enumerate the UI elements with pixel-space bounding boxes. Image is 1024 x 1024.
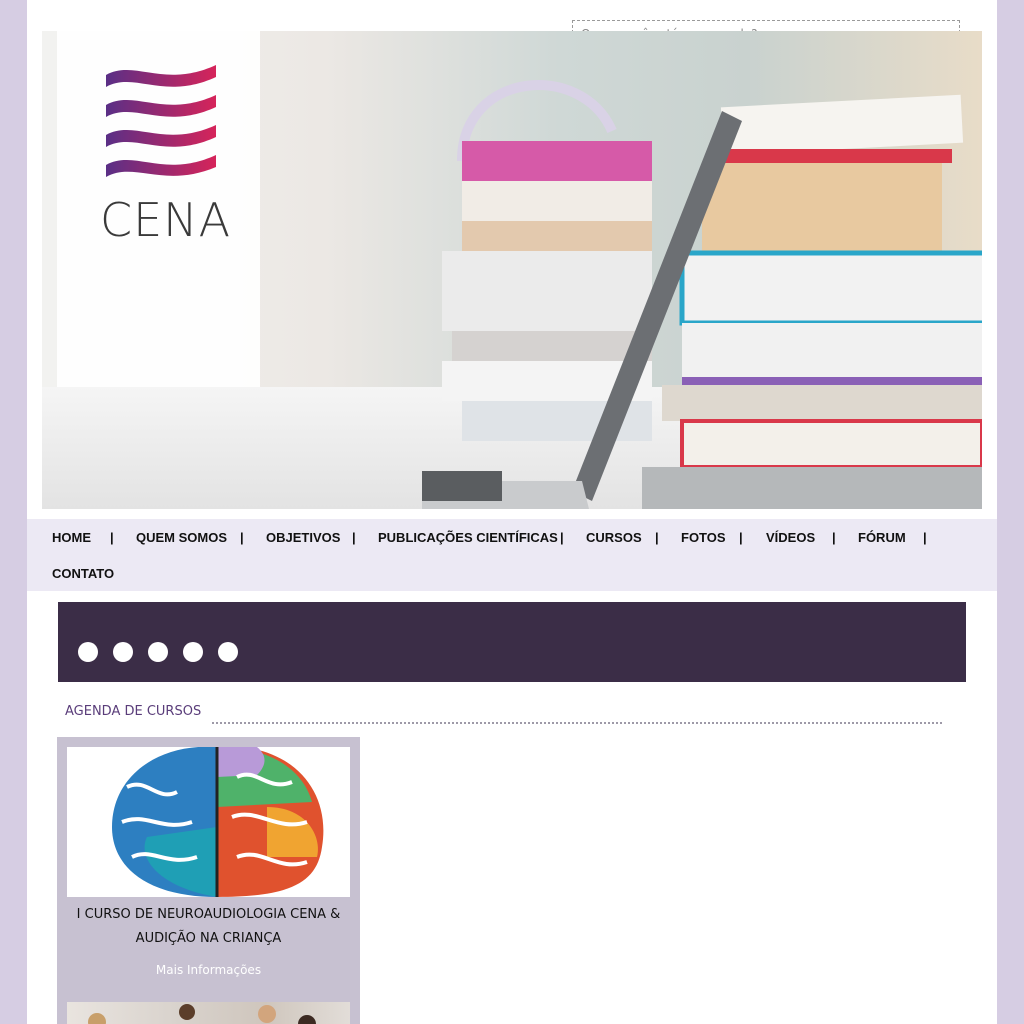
brain-illustration xyxy=(112,747,324,897)
nav-item-quem-somos[interactable]: QUEM SOMOS xyxy=(136,530,227,545)
brand-name: CENA xyxy=(100,193,232,247)
nav-separator: | xyxy=(110,530,114,545)
nav-separator: | xyxy=(832,530,836,545)
nav-separator: | xyxy=(655,530,659,545)
nav-item-fotos[interactable]: FOTOS xyxy=(681,530,726,545)
more-info-link[interactable]: Mais Informações xyxy=(67,963,350,977)
nav-item-forum[interactable]: FÓRUM xyxy=(858,530,906,545)
section-title: AGENDA DE CURSOS xyxy=(65,704,202,719)
course-title: I CURSO DE NEUROAUDIOLOGIA CENA & AUDIÇÃ… xyxy=(67,903,350,951)
slide-dot-5[interactable] xyxy=(218,642,238,662)
nav-separator: | xyxy=(560,530,564,545)
slide-dot-3[interactable] xyxy=(148,642,168,662)
slideshow xyxy=(58,602,966,682)
course-title-line2: AUDIÇÃO NA CRIANÇA xyxy=(135,931,282,946)
course-image-2[interactable] xyxy=(67,1002,350,1024)
section-divider xyxy=(212,722,942,724)
nav-separator: | xyxy=(352,530,356,545)
nav-separator: | xyxy=(923,530,927,545)
people-photo xyxy=(88,1004,316,1024)
nav-item-contato[interactable]: CONTATO xyxy=(52,566,114,581)
nav-separator: | xyxy=(240,530,244,545)
books-laptop-image xyxy=(422,80,982,509)
course-card: I CURSO DE NEUROAUDIOLOGIA CENA & AUDIÇÃ… xyxy=(57,737,360,1024)
slide-dot-1[interactable] xyxy=(78,642,98,662)
page-container: CENA xyxy=(27,0,997,1024)
nav-separator: | xyxy=(739,530,743,545)
course-title-line1: I CURSO DE NEUROAUDIOLOGIA CENA & xyxy=(76,907,341,922)
nav-item-home[interactable]: HOME xyxy=(52,530,91,545)
hero-banner: CENA xyxy=(42,31,982,509)
slide-dot-2[interactable] xyxy=(113,642,133,662)
course-image[interactable] xyxy=(67,747,350,897)
nav-item-objetivos[interactable]: OBJETIVOS xyxy=(266,530,340,545)
nav-item-cursos[interactable]: CURSOS xyxy=(586,530,642,545)
main-nav: HOME | QUEM SOMOS | OBJETIVOS | PUBLICAÇ… xyxy=(27,519,997,591)
cena-logo-icon xyxy=(106,65,216,177)
nav-item-videos[interactable]: VÍDEOS xyxy=(766,530,815,545)
nav-item-publicacoes[interactable]: PUBLICAÇÕES CIENTÍFICAS xyxy=(378,530,558,545)
slide-dot-4[interactable] xyxy=(183,642,203,662)
